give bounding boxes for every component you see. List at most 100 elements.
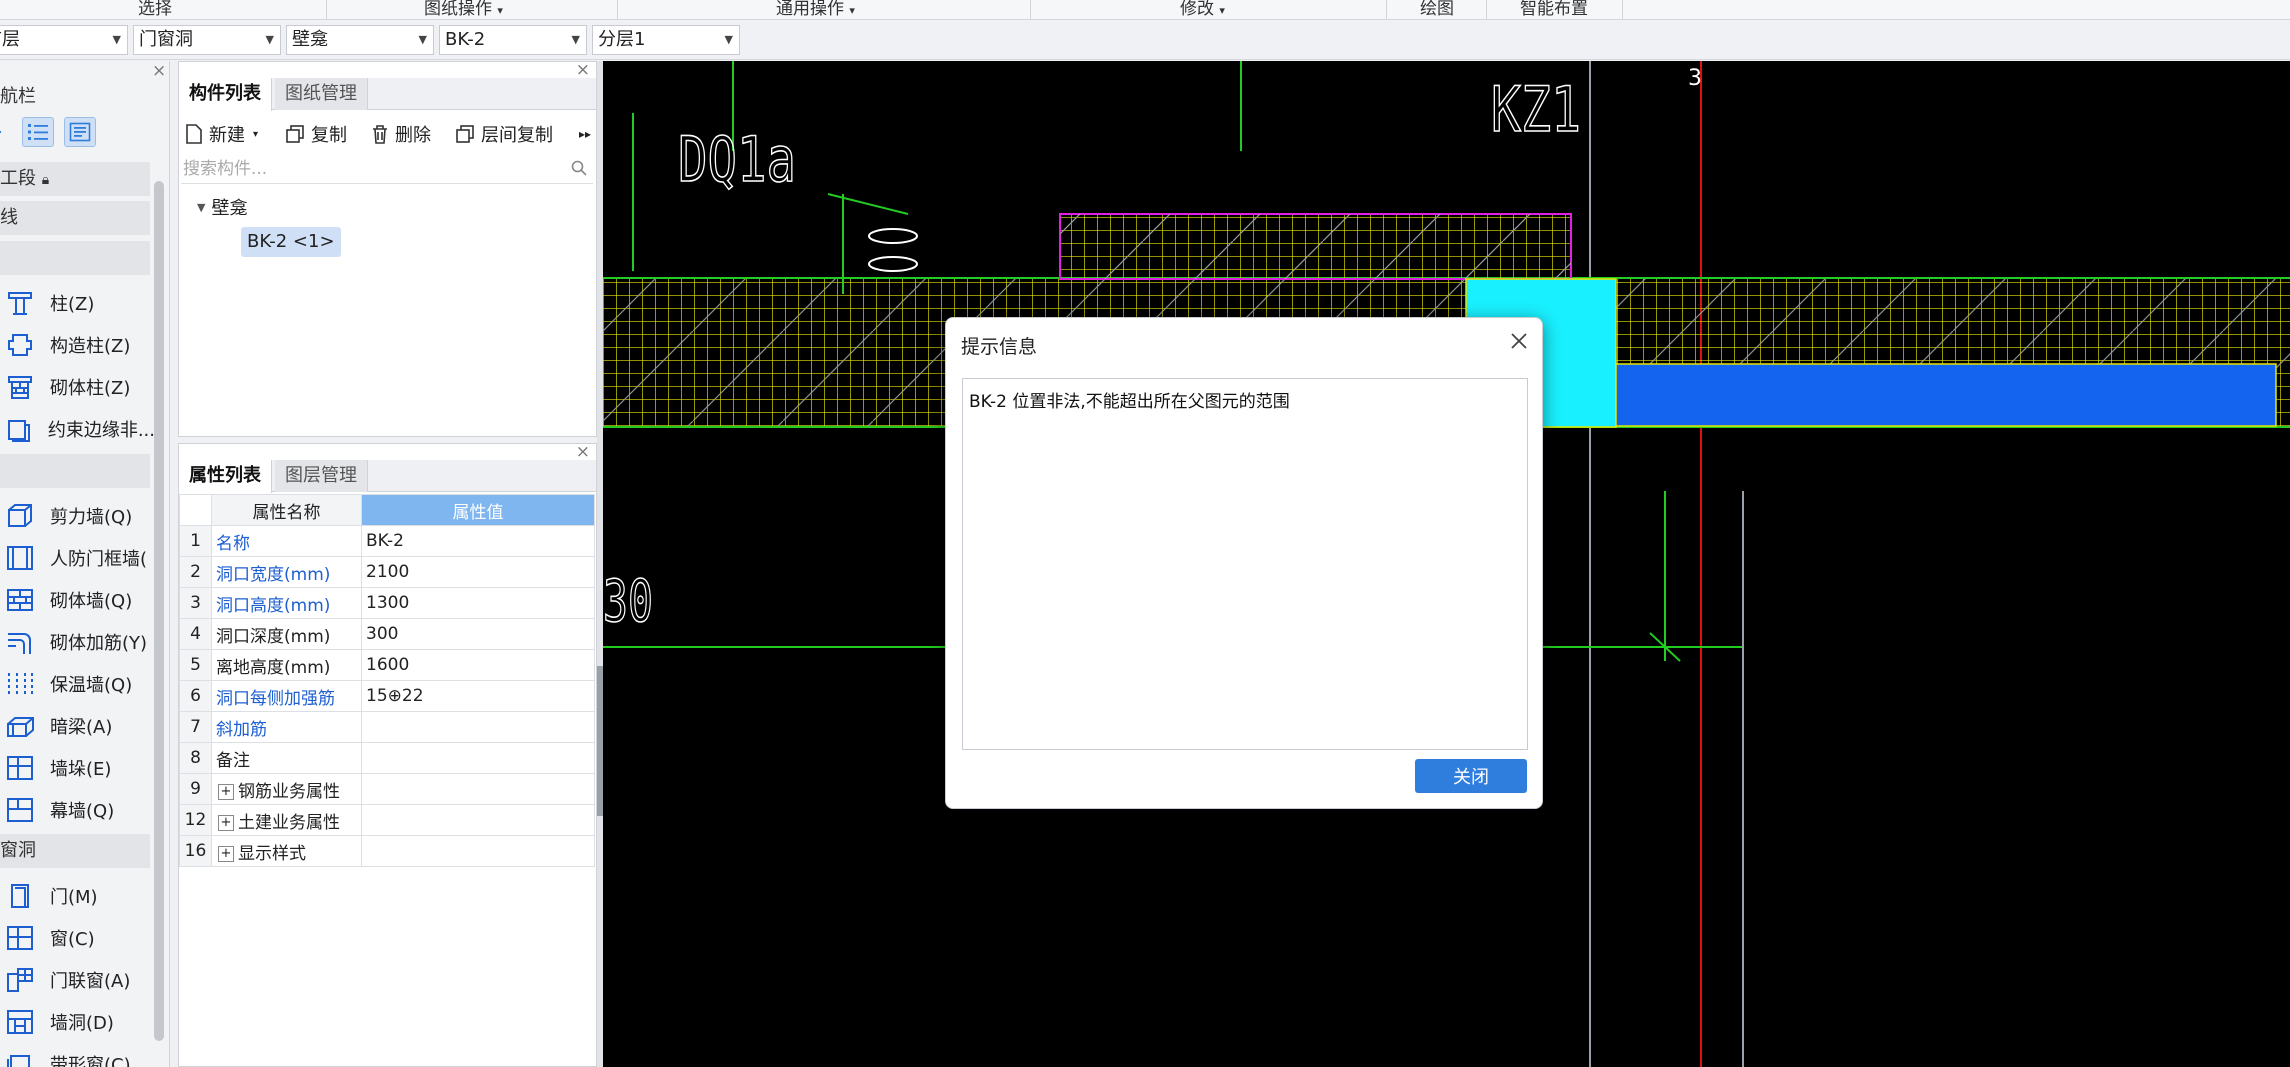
property-value[interactable]: 300 xyxy=(361,618,595,650)
property-header-num xyxy=(179,494,212,526)
nav-title: 导航栏 xyxy=(0,86,36,107)
nav-item-boundary-column[interactable]: 约束边缘非... xyxy=(0,409,155,449)
property-row[interactable]: 2 洞口宽度(mm) 2100 xyxy=(179,556,595,588)
layer-select-value: 分层1 xyxy=(598,29,646,50)
property-row[interactable]: 7 斜加筋 xyxy=(179,711,595,743)
tree-item-bk-2[interactable]: BK-2 <1> xyxy=(241,227,341,257)
nav-scrollbar[interactable] xyxy=(154,181,164,1041)
more-tools-icon[interactable]: ▸▸ xyxy=(579,120,591,148)
nav-item-curtain-wall[interactable]: 幕墙(Q) xyxy=(0,790,155,830)
nav-category-construction-segment[interactable]: 施工段 🔒︎ xyxy=(0,162,150,196)
property-row-number: 2 xyxy=(179,556,212,588)
property-row[interactable]: 4 洞口深度(mm) 300 xyxy=(179,618,595,650)
column-icon xyxy=(2,287,38,319)
category-select[interactable]: 门窗洞 ▼ xyxy=(133,25,281,55)
property-row[interactable]: 12 + 土建业务属性 xyxy=(179,804,595,836)
property-row[interactable]: 9 + 钢筋业务属性 xyxy=(179,773,595,805)
door-window-icon xyxy=(2,964,38,996)
ribbon-separator xyxy=(1486,0,1487,19)
property-value[interactable]: 1300 xyxy=(361,587,595,619)
layer-select[interactable]: 分层1 ▼ xyxy=(592,25,740,55)
list-view-icon[interactable] xyxy=(22,117,54,147)
nav-item-column[interactable]: 柱(Z) xyxy=(0,283,155,323)
property-value[interactable]: BK-2 xyxy=(361,525,595,557)
property-value[interactable] xyxy=(361,804,595,836)
nav-category-wall[interactable]: 墙 xyxy=(0,454,150,488)
ribbon-group-draw[interactable]: 绘图 xyxy=(1420,0,1454,19)
ribbon-group-modify[interactable]: 修改 ▾ xyxy=(1180,0,1225,19)
property-row[interactable]: 8 备注 xyxy=(179,742,595,774)
property-row[interactable]: 16 + 显示样式 xyxy=(179,835,595,867)
property-row-number: 4 xyxy=(179,618,212,650)
expand-icon[interactable]: + xyxy=(218,814,234,831)
property-value[interactable] xyxy=(361,742,595,774)
tab-drawing-management[interactable]: 图纸管理 xyxy=(275,78,368,110)
property-value[interactable] xyxy=(361,835,595,867)
property-row[interactable]: 6 洞口每侧加强筋 15⊕22 xyxy=(179,680,595,712)
nav-item-label: 窗(C) xyxy=(50,929,95,950)
ribbon-group-select[interactable]: 选择 xyxy=(138,0,172,19)
property-value[interactable]: 1600 xyxy=(361,649,595,681)
nav-item-masonry-column[interactable]: 砌体柱(Z) xyxy=(0,367,155,407)
property-value[interactable] xyxy=(361,773,595,805)
nav-item-civil-defense-wall[interactable]: 人防门框墙( xyxy=(0,538,155,578)
nav-item-wall-pier[interactable]: 墙垛(E) xyxy=(0,748,155,788)
ribbon-group-drawing-ops[interactable]: 图纸操作 ▾ xyxy=(424,0,503,19)
nav-item-door[interactable]: 门(M) xyxy=(0,876,155,916)
nav-category-axis[interactable]: 轴线 xyxy=(0,201,150,235)
new-button[interactable]: 新建 ▾ xyxy=(185,120,258,148)
nav-item-hidden-beam[interactable]: 暗梁(A) xyxy=(0,706,155,746)
search-icon[interactable] xyxy=(571,160,587,181)
property-name-label: 斜加筋 xyxy=(216,719,267,740)
nav-item-window[interactable]: 窗(C) xyxy=(0,918,155,958)
delete-button[interactable]: 删除 xyxy=(371,120,431,148)
nav-item-door-window-combo[interactable]: 门联窗(A) xyxy=(0,960,155,1000)
close-icon[interactable]: × xyxy=(152,63,166,80)
ribbon-group-smart-layout[interactable]: 智能布置 xyxy=(1520,0,1588,19)
ribbon-group-general-ops[interactable]: 通用操作 ▾ xyxy=(776,0,855,19)
nav-item-wall-opening[interactable]: 墙洞(D) xyxy=(0,1002,155,1042)
property-row[interactable]: 1 名称 BK-2 xyxy=(179,525,595,557)
property-name: 洞口深度(mm) xyxy=(211,618,362,650)
property-name: + 钢筋业务属性 xyxy=(211,773,362,805)
property-value[interactable] xyxy=(361,711,595,743)
nav-item-strip-window[interactable]: 带形窗(C) xyxy=(0,1044,155,1067)
detail-view-icon[interactable] xyxy=(64,117,96,147)
chevron-down-icon: ▼ xyxy=(571,33,580,46)
expand-icon[interactable]: + xyxy=(218,845,234,862)
tab-layer-management[interactable]: 图层管理 xyxy=(275,460,368,492)
property-row[interactable]: 5 离地高度(mm) 1600 xyxy=(179,649,595,681)
nav-category-label: 门窗洞 xyxy=(0,840,36,861)
close-icon[interactable]: × xyxy=(576,62,590,79)
floor-select[interactable]: 首层 ▼ xyxy=(0,25,128,55)
expand-icon[interactable]: + xyxy=(218,783,234,800)
nav-item-label: 砌体加筋(Y) xyxy=(50,633,148,654)
nav-item-shear-wall[interactable]: 剪力墙(Q) xyxy=(0,496,155,536)
component-select[interactable]: BK-2 ▼ xyxy=(439,25,587,55)
component-search-input[interactable] xyxy=(181,156,561,182)
copy-button[interactable]: 复制 xyxy=(285,120,347,148)
nav-item-insulation-wall[interactable]: 保温墙(Q) xyxy=(0,664,155,704)
add-icon[interactable] xyxy=(0,117,10,147)
property-value[interactable]: 2100 xyxy=(361,556,595,588)
chevron-down-icon: ▼ xyxy=(112,33,121,46)
nav-item-masonry-wall[interactable]: 砌体墙(Q) xyxy=(0,580,155,620)
nav-item-constructional-column[interactable]: 构造柱(Z) xyxy=(0,325,155,365)
nav-category-column[interactable]: 柱 xyxy=(0,241,150,275)
property-value[interactable]: 15⊕22 xyxy=(361,680,595,712)
masonry-reinforcement-icon xyxy=(2,626,38,658)
close-icon[interactable]: × xyxy=(576,444,590,461)
tab-property-list[interactable]: 属性列表 xyxy=(179,460,272,493)
tree-group-niche[interactable]: ▼ 壁龛 xyxy=(197,194,247,220)
close-icon[interactable] xyxy=(1510,332,1528,355)
property-name-label: 钢筋业务属性 xyxy=(238,781,340,802)
close-button[interactable]: 关闭 xyxy=(1415,759,1527,793)
type-select[interactable]: 壁龛 ▼ xyxy=(286,25,434,55)
property-row[interactable]: 3 洞口高度(mm) 1300 xyxy=(179,587,595,619)
chevron-down-icon: ▾ xyxy=(253,128,259,140)
floor-copy-button[interactable]: 层间复制 xyxy=(455,120,553,148)
nav-item-masonry-reinforcement[interactable]: 砌体加筋(Y) xyxy=(0,622,155,662)
chevron-down-icon: ▾ xyxy=(1219,4,1225,17)
nav-category-door-window[interactable]: 门窗洞 xyxy=(0,834,150,868)
tab-component-list[interactable]: 构件列表 xyxy=(179,78,272,111)
